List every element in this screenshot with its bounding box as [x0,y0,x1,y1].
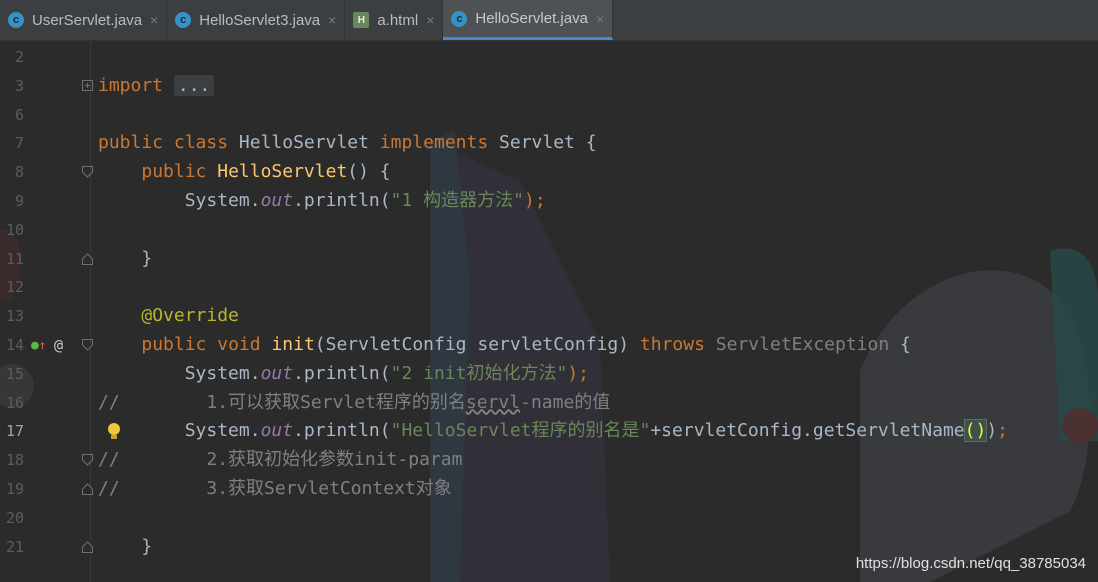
fold-collapse-icon[interactable] [82,339,93,351]
tab-a-html[interactable]: H a.html × [345,0,444,40]
line-number: 16 [5,393,24,412]
line-number: 21 [5,537,24,556]
code-text: @Override [141,305,239,327]
line-number: 14 [5,336,24,354]
fold-end-icon[interactable] [82,252,93,265]
line-number: 20 [5,508,24,527]
tab-helloservlet3[interactable]: c HelloServlet3.java × [167,0,346,40]
line-number: 13 [5,307,24,326]
html-file-icon: H [353,12,370,28]
line-number: 3 [14,76,24,95]
line-number: 15 [5,364,24,383]
line-number: 12 [5,278,24,297]
code-line[interactable]: 13 @Override [0,302,1098,331]
code-text: public void init(ServletConfig servletCo… [141,334,911,355]
close-icon[interactable]: × [150,12,158,28]
code-text: } [141,247,153,269]
code-text: public HelloServlet() { [141,161,391,183]
java-class-icon: c [8,12,24,28]
java-class-icon: c [175,12,192,28]
comment-line: // 2.获取初始化参数init-param [98,449,463,471]
code-text: } [141,535,153,557]
tab-label: UserServlet.java [32,11,143,29]
code-text: System.out.println("1 构造器方法"); [184,190,546,211]
java-class-icon: c [451,10,468,27]
tab-label: HelloServlet.java [475,10,588,27]
line-number: 19 [5,480,24,498]
code-line[interactable]: 19 // 3.获取ServletContext对象 [0,475,1098,504]
code-line[interactable]: 10 [0,216,1098,245]
close-icon[interactable]: × [328,12,336,28]
override-annotation-icon[interactable]: @ [54,337,63,353]
folded-imports[interactable]: ... [173,74,215,96]
line-number: 2 [14,48,24,66]
code-text: System.out.println("HelloServlet程序的别名是"+… [184,419,1008,443]
comment-line: // 3.获取ServletContext对象 [98,478,452,499]
line-number: 17 [5,422,24,441]
code-line[interactable]: 16 // 1.可以获取Servlet程序的别名servl-name的值 [0,389,1098,418]
code-line[interactable]: 6 [0,101,1098,130]
code-editor[interactable]: 2 3 import ... 6 7 public class HelloSer… [0,41,1098,582]
line-number: 10 [5,220,24,239]
code-line[interactable]: 20 [0,504,1098,533]
line-number: 18 [5,451,24,470]
editor-tab-bar: c UserServlet.java × c HelloServlet3.jav… [0,0,1098,41]
code-line[interactable]: 8 public HelloServlet() { [0,158,1098,187]
code-line[interactable]: 18 // 2.获取初始化参数init-param [0,446,1098,475]
code-text: import ... [98,72,215,101]
tab-label: a.html [377,11,419,29]
code-line[interactable]: 12 [0,273,1098,302]
code-text: System.out.println("2 init初始化方法"); [184,362,590,384]
code-line[interactable]: 9 System.out.println("1 构造器方法"); [0,187,1098,216]
code-text: public class HelloServlet implements Ser… [98,132,597,154]
implements-method-icon[interactable]: ●↑ [31,337,46,354]
tab-helloservlet-active[interactable]: c HelloServlet.java × [443,0,614,40]
fold-expand-icon[interactable] [82,79,93,92]
fold-collapse-icon[interactable] [82,166,93,178]
line-number: 9 [14,192,24,210]
fold-end-icon[interactable] [82,483,93,495]
close-icon[interactable]: × [426,12,434,28]
tab-label: HelloServlet3.java [199,11,321,29]
line-number: 11 [5,249,24,268]
code-line[interactable]: 11 } [0,245,1098,274]
code-line[interactable]: 15 System.out.println("2 init初始化方法"); [0,360,1098,389]
comment-line: // 1.可以获取Servlet程序的别名servl-name的值 [98,391,611,413]
line-number: 6 [14,105,24,124]
fold-end-icon[interactable] [82,540,93,553]
code-line[interactable]: 3 import ... [0,72,1098,101]
code-line[interactable]: 2 [0,43,1098,72]
fold-collapse-icon[interactable] [82,454,93,466]
line-number: 8 [14,163,24,182]
line-number: 7 [14,134,24,153]
matched-paren-highlight: () [963,419,988,443]
watermark-text: https://blog.csdn.net/qq_38785034 [855,555,1086,572]
close-icon[interactable]: × [596,11,604,27]
code-line[interactable]: 7 public class HelloServlet implements S… [0,129,1098,158]
code-line[interactable]: 14 ●↑ @ public void init(ServletConfig s… [0,331,1098,360]
tab-userservlet[interactable]: c UserServlet.java × [0,0,168,40]
code-line[interactable]: 17 System.out.println("HelloServlet程序的别名… [0,417,1098,446]
